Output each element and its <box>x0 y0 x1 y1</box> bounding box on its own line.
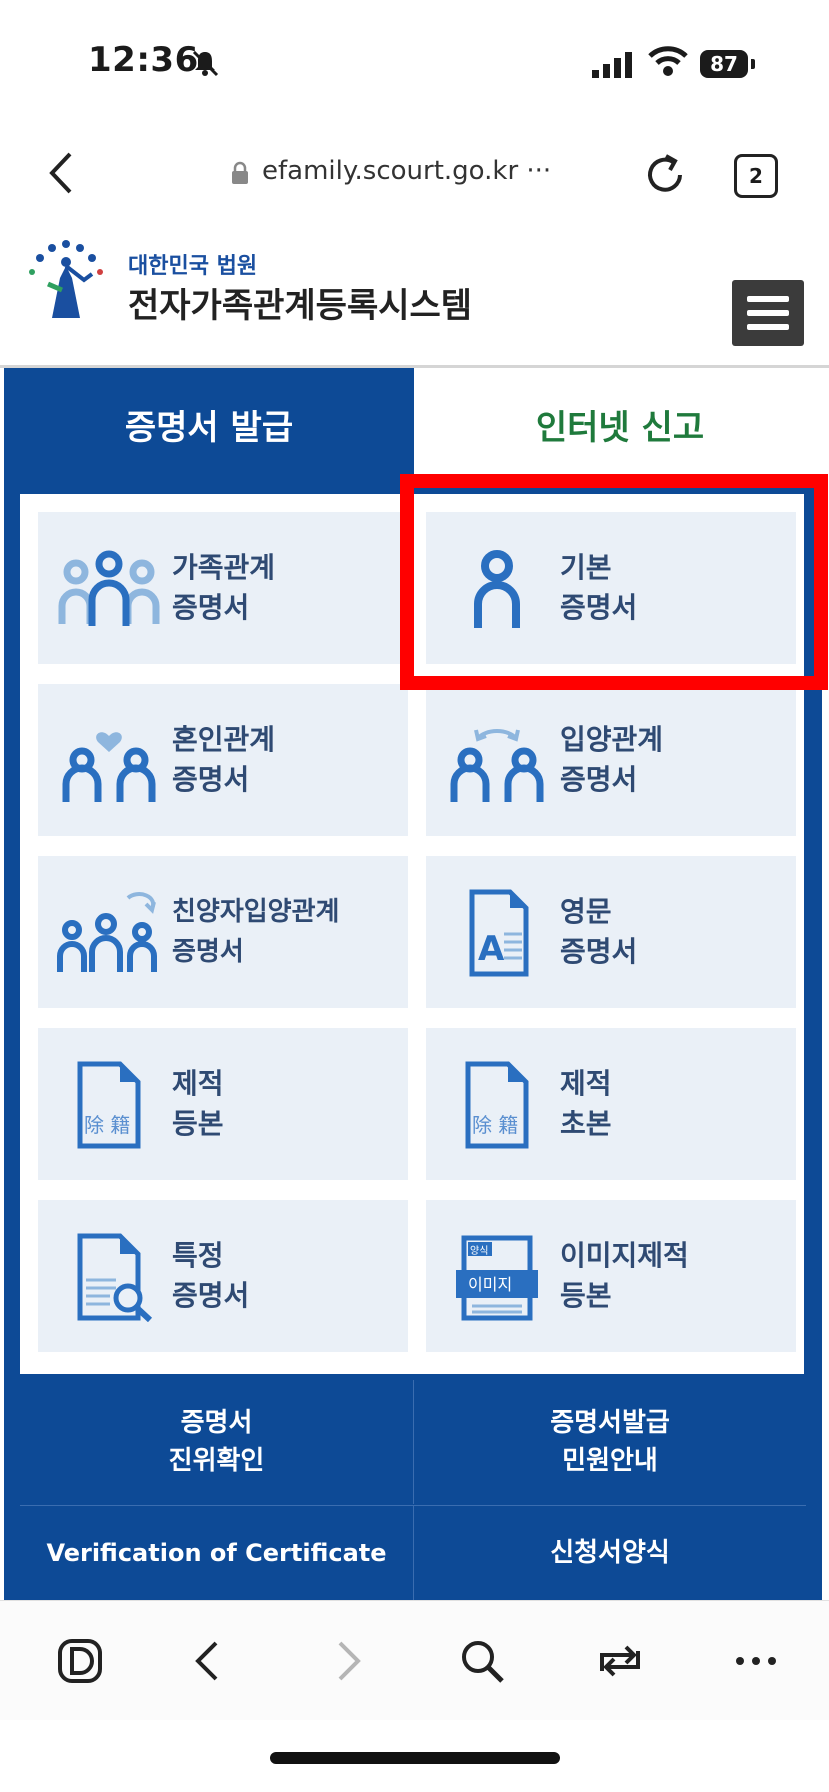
card-image-removed-register-copy[interactable]: 양식 이미지 이미지제적 등본 <box>426 1200 796 1352</box>
card-label-line2: 증명서 <box>172 937 244 967</box>
tabs-count-button[interactable]: 2 <box>734 154 778 198</box>
card-label: 영문 증명서 <box>560 856 637 1008</box>
url-text[interactable]: efamily.scourt.go.kr ··· <box>262 156 551 186</box>
card-label-line2: 증명서 <box>560 935 638 968</box>
link-application-forms[interactable]: 신청서양식 <box>413 1505 806 1600</box>
status-bar: 12:36 87 <box>0 0 829 120</box>
link-verification-english[interactable]: Verification of Certificate <box>20 1505 413 1600</box>
court-logo-icon[interactable] <box>22 238 122 328</box>
card-label-line2: 초본 <box>560 1107 612 1140</box>
card-label-line2: 증명서 <box>172 763 250 796</box>
card-marriage-relation-certificate[interactable]: 혼인관계 증명서 <box>38 684 408 836</box>
link-label-line1: 신청서양식 <box>550 1538 670 1568</box>
document-search-icon <box>77 1233 153 1322</box>
card-label-line1: 제적 <box>172 1067 224 1100</box>
more-options-icon[interactable] <box>726 1631 786 1691</box>
menu-bar-icon <box>747 310 789 316</box>
card-family-relation-certificate[interactable]: 가족관계 증명서 <box>38 512 408 664</box>
menu-bar-icon <box>747 296 789 302</box>
document-label: 除 籍 <box>84 1113 130 1137</box>
card-label: 제적 초본 <box>560 1028 612 1180</box>
card-label-line1: 영문 <box>560 895 612 928</box>
document-label: 除 籍 <box>472 1113 518 1137</box>
document-tag: 이미지 <box>468 1275 512 1294</box>
bottom-links: 증명서 진위확인 증명서발급 민원안내 Verification of Cert… <box>20 1380 806 1600</box>
card-label: 혼인관계 증명서 <box>172 684 275 836</box>
bell-muted-icon <box>192 50 219 77</box>
document-label: 양식 <box>470 1245 488 1257</box>
card-label-line2: 증명서 <box>172 591 250 624</box>
image-document-icon: 양식 이미지 <box>456 1235 538 1321</box>
card-label: 이미지제적 등본 <box>560 1200 689 1352</box>
english-document-icon: A <box>469 889 529 977</box>
tab-bar: 증명서 발급 인터넷 신고 <box>0 368 829 480</box>
card-label-line2: 등본 <box>172 1107 224 1140</box>
cellular-signal-icon <box>592 52 632 78</box>
tab-internet-report[interactable]: 인터넷 신고 <box>414 368 826 480</box>
browser-url-bar: efamily.scourt.go.kr ··· 2 <box>0 130 829 220</box>
link-issuance-guide[interactable]: 증명서발급 민원안내 <box>413 1380 806 1504</box>
browser-toolbar <box>0 1600 829 1720</box>
card-label-line2: 등본 <box>560 1279 612 1312</box>
card-label-line2: 증명서 <box>172 1279 250 1312</box>
site-subtitle: 대한민국 법원 <box>128 254 258 279</box>
toolbar-share-icon[interactable] <box>590 1631 650 1691</box>
couple-heart-icon <box>62 732 156 802</box>
family-arrow-icon <box>57 892 157 972</box>
card-label-line2: 증명서 <box>560 763 638 796</box>
browser-d-icon[interactable] <box>50 1631 110 1691</box>
card-label-line1: 이미지제적 <box>560 1239 689 1272</box>
battery-indicator: 87 <box>700 50 755 78</box>
card-label-line1: 제적 <box>560 1067 612 1100</box>
site-header: 대한민국 법원 전자가족관계등록시스템 <box>0 228 829 368</box>
link-label-line1: 증명서발급 <box>550 1408 670 1438</box>
card-label-line1: 혼인관계 <box>172 723 276 756</box>
link-label-line1: 증명서 <box>180 1408 253 1438</box>
home-indicator[interactable] <box>270 1752 560 1764</box>
tab-certificate-issue[interactable]: 증명서 발급 <box>4 368 414 480</box>
card-label-line1: 친양자입양관계 <box>172 897 340 927</box>
card-label: 특정 증명서 <box>172 1200 249 1352</box>
removed-register-document-icon: 除 籍 <box>77 1061 141 1149</box>
card-label: 친양자입양관계 증명서 <box>172 856 339 1008</box>
card-label-line1: 입양관계 <box>560 723 664 756</box>
family-icon <box>58 550 160 626</box>
removed-register-document-icon: 除 籍 <box>465 1061 529 1149</box>
card-adoption-relation-certificate[interactable]: 입양관계 증명서 <box>426 684 796 836</box>
link-label-line1: Verification of Certificate <box>46 1539 387 1567</box>
link-label-line2: 진위확인 <box>168 1446 265 1476</box>
site-title[interactable]: 전자가족관계등록시스템 <box>128 278 472 327</box>
status-time: 12:36 <box>88 40 199 80</box>
card-removed-register-full-copy[interactable]: 除 籍 제적 등본 <box>38 1028 408 1180</box>
link-label-line2: 민원안내 <box>562 1446 658 1476</box>
link-certificate-verification[interactable]: 증명서 진위확인 <box>20 1380 413 1504</box>
adoption-icon <box>450 729 544 802</box>
card-english-certificate[interactable]: A 영문 증명서 <box>426 856 796 1008</box>
svg-text:A: A <box>478 929 505 969</box>
lock-icon <box>232 161 248 184</box>
card-label-line1: 특정 <box>172 1239 224 1272</box>
card-label: 입양관계 증명서 <box>560 684 663 836</box>
toolbar-forward-icon[interactable] <box>318 1631 378 1691</box>
reload-icon[interactable] <box>640 150 690 200</box>
menu-button[interactable] <box>732 280 804 346</box>
card-full-adoption-certificate[interactable]: 친양자입양관계 증명서 <box>38 856 408 1008</box>
menu-bar-icon <box>747 324 789 330</box>
card-specific-certificate[interactable]: 특정 증명서 <box>38 1200 408 1352</box>
toolbar-back-icon[interactable] <box>178 1631 238 1691</box>
card-removed-register-extract[interactable]: 除 籍 제적 초본 <box>426 1028 796 1180</box>
highlight-box <box>400 474 828 690</box>
card-label: 제적 등본 <box>172 1028 224 1180</box>
card-label-line1: 가족관계 <box>172 551 276 584</box>
wifi-icon <box>648 46 688 76</box>
toolbar-search-icon[interactable] <box>452 1631 512 1691</box>
browser-back-icon[interactable] <box>40 148 80 198</box>
card-label: 가족관계 증명서 <box>172 512 275 664</box>
